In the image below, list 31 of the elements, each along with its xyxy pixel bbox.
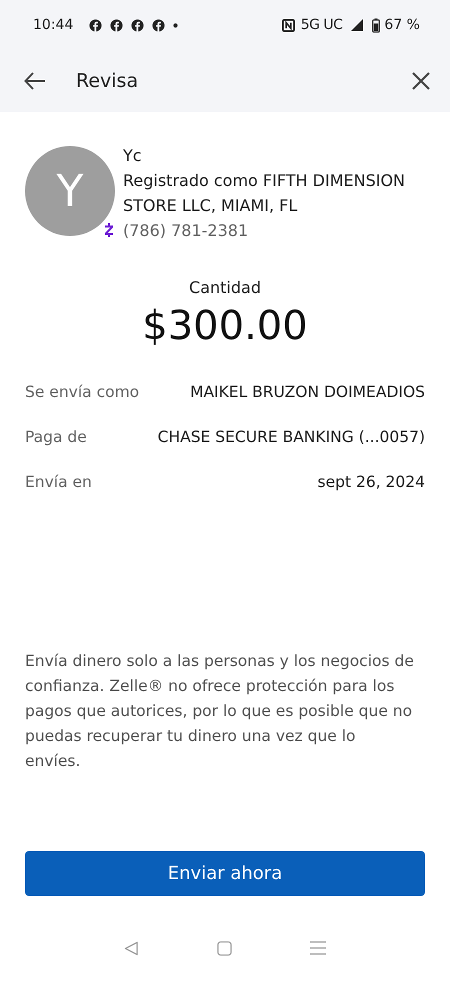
home-nav-icon[interactable] <box>217 940 232 956</box>
notification-icon <box>110 18 124 32</box>
avatar: Y <box>25 146 115 236</box>
amount-label: Cantidad <box>188 278 262 297</box>
detail-label: Paga de <box>25 428 87 446</box>
close-icon[interactable] <box>412 72 430 90</box>
recipient-name: Yc <box>123 145 143 167</box>
disclaimer-text: Envía dinero solo a las personas y los negocios de confianza. Zelle® no ofrece protección para los pagos que autorices, por lo que es posible que no puedas recuperar tu dinero una vez que lo envíes. <box>25 651 415 772</box>
battery-level: 67 % <box>384 17 420 33</box>
signal-icon <box>350 18 364 32</box>
network-label: 5G UC <box>300 17 342 33</box>
more-notifications-icon <box>173 22 178 28</box>
menu-nav-icon[interactable] <box>310 940 326 956</box>
back-nav-icon[interactable] <box>124 940 139 956</box>
detail-value: MAIKEL BRUZON DOIMEADIOS <box>190 383 425 401</box>
amount-value: $300.00 <box>141 303 309 349</box>
detail-label: Envía en <box>25 473 92 491</box>
page-title: Revisa <box>76 70 138 92</box>
status-time: 10:44 <box>33 17 74 33</box>
notification-icon <box>131 18 144 32</box>
nfc-icon <box>282 18 295 32</box>
detail-label: Se envía como <box>25 383 140 401</box>
notification-icon <box>89 18 102 32</box>
send-button[interactable]: Enviar ahora <box>25 851 425 896</box>
detail-value: CHASE SECURE BANKING (...0057) <box>158 428 425 446</box>
notification-icon <box>152 18 166 32</box>
registered-name: Registrado como FIFTH DIMENSION STORE LLC, MIAMI, FL <box>123 170 406 217</box>
back-icon[interactable] <box>24 72 46 90</box>
recipient-phone: (786) 781-2381 <box>123 220 250 242</box>
battery-icon <box>372 18 380 32</box>
detail-value: sept 26, 2024 <box>318 473 425 491</box>
